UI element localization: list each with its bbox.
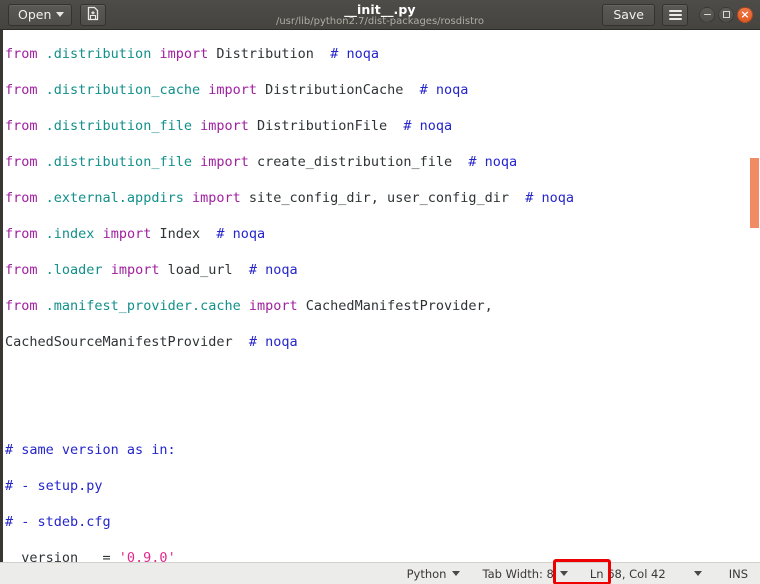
- code-editor[interactable]: from .distribution import Distribution #…: [0, 30, 760, 562]
- title-bar-right-controls: Save ×: [602, 3, 760, 26]
- vertical-scrollbar[interactable]: [750, 158, 759, 228]
- code-line: __version__ = '0.9.0': [5, 550, 176, 562]
- window-controls: ×: [699, 6, 753, 23]
- code-line: from .manifest_provider.cache import Cac…: [5, 298, 493, 314]
- file-path-subtitle: /usr/lib/python2.7/dist-packages/rosdist…: [275, 15, 485, 27]
- save-button[interactable]: Save: [602, 3, 655, 26]
- tab-width-selector[interactable]: Tab Width: 8: [471, 563, 578, 584]
- code-line: CachedSourceManifestProvider # noqa: [5, 334, 298, 350]
- chevron-down-icon: [559, 571, 568, 576]
- page-title: __init__.py: [344, 1, 416, 17]
- title-bar: __init__.py /usr/lib/python2.7/dist-pack…: [0, 0, 760, 30]
- maximize-icon: [722, 11, 730, 18]
- editor-left-margin: [0, 30, 3, 562]
- cursor-position-label: Ln 68, Col 42: [589, 566, 666, 581]
- code-line: from .distribution import Distribution #…: [5, 46, 379, 62]
- maximize-button[interactable]: [718, 6, 734, 23]
- insert-mode-label: INS: [728, 566, 748, 581]
- code-line: # same version as in:: [5, 442, 176, 458]
- insert-mode-indicator[interactable]: INS: [713, 563, 748, 584]
- language-selector[interactable]: Python: [396, 563, 472, 584]
- text-editor-window: __init__.py /usr/lib/python2.7/dist-pack…: [0, 0, 760, 584]
- minimize-icon: [703, 13, 711, 16]
- code-line: from .distribution_file import Distribut…: [5, 118, 453, 134]
- chevron-down-icon: [56, 12, 65, 17]
- cursor-position-selector[interactable]: Ln 68, Col 42: [579, 563, 713, 584]
- new-document-button[interactable]: [80, 3, 107, 26]
- close-icon: ×: [740, 8, 750, 21]
- chevron-down-icon: [693, 571, 702, 576]
- code-line: from .external.appdirs import site_confi…: [5, 190, 575, 206]
- main-menu-button[interactable]: [662, 3, 688, 26]
- code-line: from .distribution_file import create_di…: [5, 154, 518, 170]
- chevron-down-icon: [452, 571, 461, 576]
- open-button[interactable]: Open: [8, 3, 73, 26]
- code-line: # - setup.py: [5, 478, 103, 494]
- close-button[interactable]: ×: [737, 6, 753, 23]
- hamburger-menu-icon: [668, 9, 682, 20]
- code-line: from .index import Index # noqa: [5, 226, 266, 242]
- code-line: # - stdeb.cfg: [5, 514, 111, 530]
- tab-width-label: Tab Width: 8: [482, 566, 554, 581]
- title-bar-left-controls: Open: [0, 3, 107, 26]
- status-bar: Python Tab Width: 8 Ln 68, Col 42 INS: [0, 562, 760, 584]
- code-line: from .loader import load_url # noqa: [5, 262, 298, 278]
- language-label: Python: [406, 566, 447, 581]
- save-button-label: Save: [613, 7, 644, 22]
- new-document-icon: [86, 6, 100, 24]
- code-line: from .distribution_cache import Distribu…: [5, 82, 469, 98]
- code-text[interactable]: from .distribution import Distribution #…: [5, 30, 755, 562]
- open-button-label: Open: [18, 7, 52, 22]
- minimize-button[interactable]: [699, 6, 715, 23]
